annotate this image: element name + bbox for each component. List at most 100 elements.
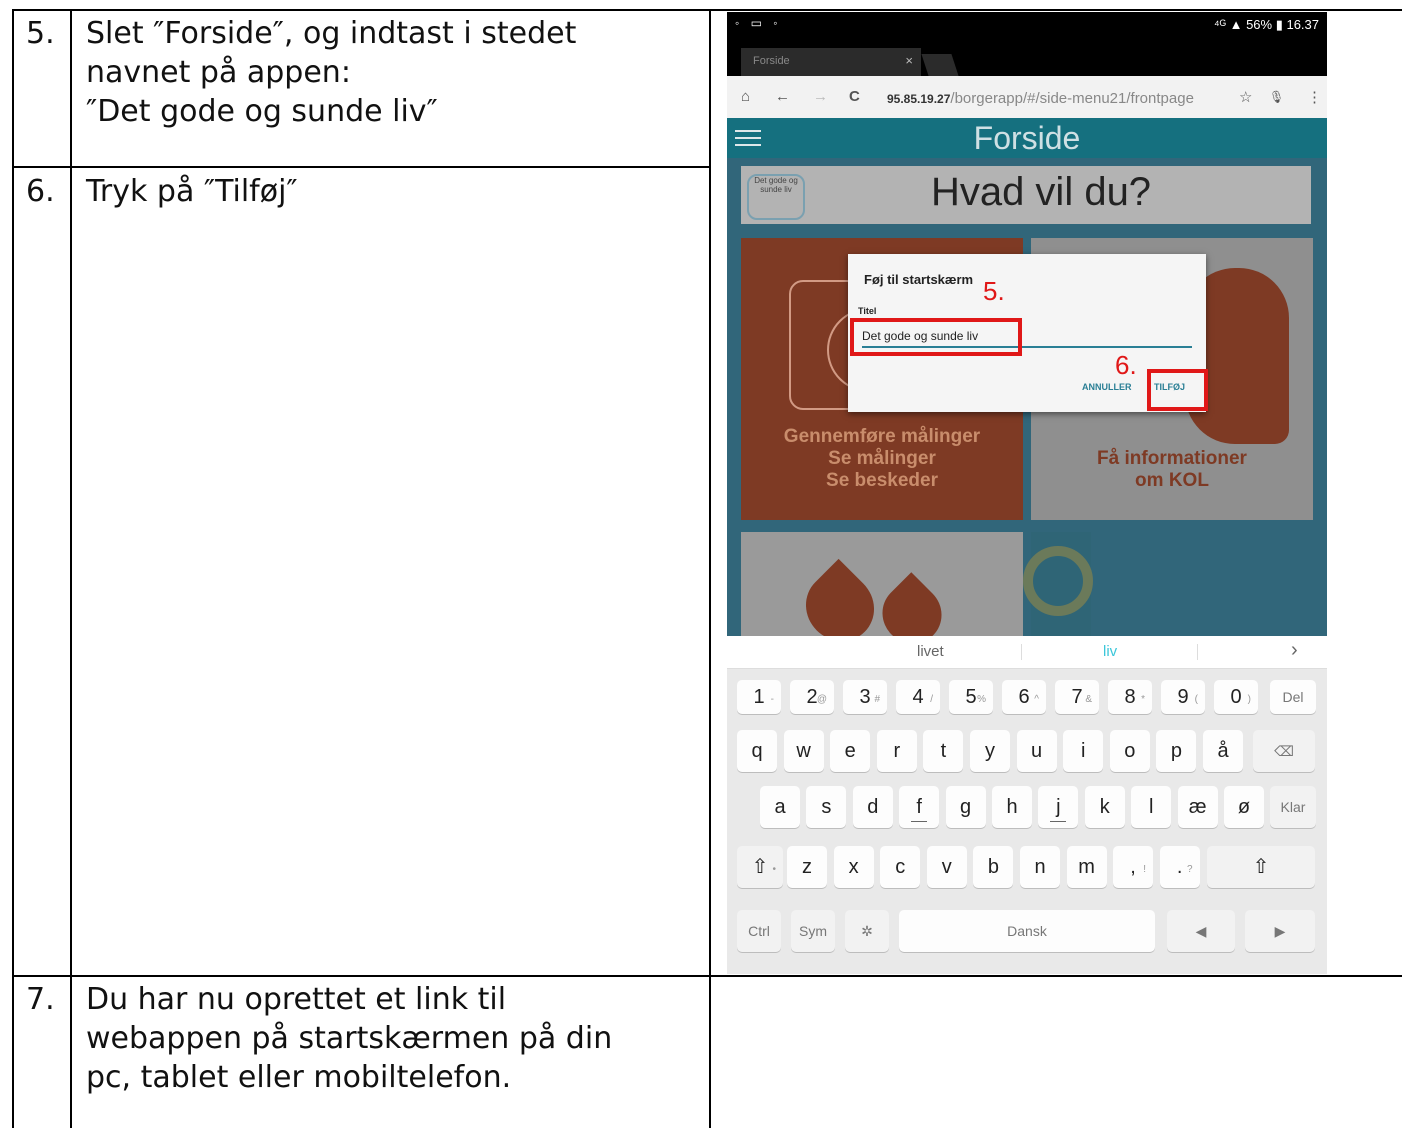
key-m[interactable]: m: [1066, 846, 1107, 888]
key-u[interactable]: u: [1016, 730, 1057, 772]
reload-icon[interactable]: C: [849, 88, 860, 105]
key-æ[interactable]: æ: [1177, 786, 1218, 828]
key-label: x: [848, 856, 859, 878]
suggestion-selected[interactable]: liv: [1103, 643, 1117, 660]
key-c[interactable]: c: [880, 846, 921, 888]
key-label: ▶: [1274, 923, 1286, 939]
key-label: 9: [1177, 686, 1189, 708]
marker-six: 6.: [1115, 350, 1137, 380]
step-number: 6.: [26, 174, 55, 209]
key-r[interactable]: r: [876, 730, 917, 772]
step-number: 7.: [26, 982, 55, 1017]
key-3[interactable]: 3 #: [843, 680, 887, 714]
star-icon[interactable]: ☆: [1239, 88, 1252, 106]
close-icon[interactable]: ×: [905, 53, 913, 68]
key-d[interactable]: d: [852, 786, 893, 828]
chevron-right-icon[interactable]: ›: [1291, 639, 1298, 662]
shift-key[interactable]: ⇧ •: [737, 846, 783, 888]
sym-key[interactable]: Sym: [791, 910, 835, 952]
question-banner: Det gode og sunde liv Hvad vil du?: [741, 166, 1311, 224]
key-label: f: [916, 796, 922, 818]
key-v[interactable]: v: [926, 846, 967, 888]
key-i[interactable]: i: [1063, 730, 1104, 772]
key-t[interactable]: t: [923, 730, 964, 772]
ctrl-key[interactable]: Ctrl: [737, 910, 781, 952]
key-q[interactable]: q: [737, 730, 777, 772]
key-9[interactable]: 9(: [1161, 680, 1205, 714]
more-icon[interactable]: ⋮: [1307, 88, 1322, 106]
backspace-key[interactable]: ⌫: [1253, 730, 1315, 772]
back-icon[interactable]: ←: [775, 88, 790, 105]
url-path: /borgerapp/#/side-menu21/frontpage: [950, 90, 1194, 107]
arrow-right-key[interactable]: ▶: [1245, 910, 1315, 952]
key-å[interactable]: å: [1203, 730, 1243, 772]
key-label: 7: [1071, 686, 1083, 708]
space-key[interactable]: Dansk: [899, 910, 1155, 952]
key-label: m: [1078, 856, 1095, 878]
key-6[interactable]: 6 ^: [1002, 680, 1046, 714]
step-text: Tryk på ″Tilføj″: [86, 174, 298, 209]
tile-label: Gennemføre målinger Se målinger Se beske…: [783, 426, 981, 491]
key-label: o: [1124, 740, 1136, 762]
key-7[interactable]: 7 &: [1055, 680, 1099, 714]
key-secondary: ): [1247, 694, 1251, 705]
url-bar[interactable]: ⌂ ← → C 95.85.19.27/borgerapp/#/side-men…: [727, 76, 1327, 118]
key-l[interactable]: l: [1131, 786, 1172, 828]
shift-key-right[interactable]: ⇧: [1207, 846, 1315, 888]
key-x[interactable]: x: [833, 846, 874, 888]
ring-tile[interactable]: [1023, 532, 1093, 636]
tile-label: Få informationer om KOL: [1097, 448, 1247, 491]
key-label: 4: [912, 686, 924, 708]
step-text: Du har nu oprettet et link til webappen …: [86, 982, 613, 1095]
key-underline: [911, 821, 928, 822]
arrow-left-key[interactable]: ◀: [1167, 910, 1235, 952]
key-0[interactable]: 0): [1214, 680, 1258, 714]
key-h[interactable]: h: [992, 786, 1032, 828]
delete-key[interactable]: Del: [1270, 680, 1316, 714]
suggestion[interactable]: livet: [917, 643, 944, 660]
settings-key[interactable]: ✲: [845, 910, 889, 952]
key-j[interactable]: j: [1038, 786, 1079, 828]
key-k[interactable]: k: [1084, 786, 1125, 828]
key-label: ⇧: [751, 856, 769, 878]
key-b[interactable]: b: [973, 846, 1014, 888]
key-n[interactable]: n: [1020, 846, 1060, 888]
url-text[interactable]: 95.85.19.27/borgerapp/#/side-menu21/fron…: [887, 90, 1194, 107]
mic-icon[interactable]: 🎙: [1269, 90, 1284, 104]
key-secondary: %: [977, 694, 986, 705]
step-number: 5.: [26, 16, 55, 51]
key-label: l: [1148, 796, 1154, 818]
key-8[interactable]: 8 *: [1108, 680, 1152, 714]
key-label: ◀: [1195, 923, 1207, 939]
key-a[interactable]: a: [760, 786, 800, 828]
key-g[interactable]: g: [945, 786, 986, 828]
key-y[interactable]: y: [970, 730, 1010, 772]
enter-key[interactable]: Klar: [1270, 786, 1316, 828]
key-ø[interactable]: ø: [1224, 786, 1264, 828]
browser-tab[interactable]: Forside ×: [741, 48, 921, 76]
forward-icon[interactable]: →: [813, 88, 828, 105]
key-5[interactable]: 5%: [949, 680, 993, 714]
table-left-border: [12, 9, 14, 1128]
drops-tile[interactable]: [741, 532, 1023, 656]
cancel-button[interactable]: ANNULLER: [1082, 382, 1132, 392]
key-z[interactable]: z: [787, 846, 827, 888]
key-punct[interactable]: .?: [1159, 846, 1200, 888]
key-f[interactable]: f: [899, 786, 940, 828]
key-s[interactable]: s: [806, 786, 847, 828]
key-secondary: -: [770, 694, 774, 705]
key-label: 6: [1018, 686, 1030, 708]
key-o[interactable]: o: [1109, 730, 1150, 772]
key-punct[interactable]: ,!: [1113, 846, 1153, 888]
new-tab-button[interactable]: [921, 54, 959, 76]
key-1[interactable]: 1-: [737, 680, 781, 714]
key-2[interactable]: 2 @: [790, 680, 834, 714]
key-label: e: [844, 740, 856, 762]
key-e[interactable]: e: [830, 730, 871, 772]
number-column-divider: [70, 9, 72, 1128]
key-w[interactable]: w: [783, 730, 824, 772]
app-title: Forside: [973, 120, 1081, 156]
key-4[interactable]: 4/: [896, 680, 940, 714]
key-p[interactable]: p: [1156, 730, 1197, 772]
home-icon[interactable]: ⌂: [741, 88, 750, 105]
